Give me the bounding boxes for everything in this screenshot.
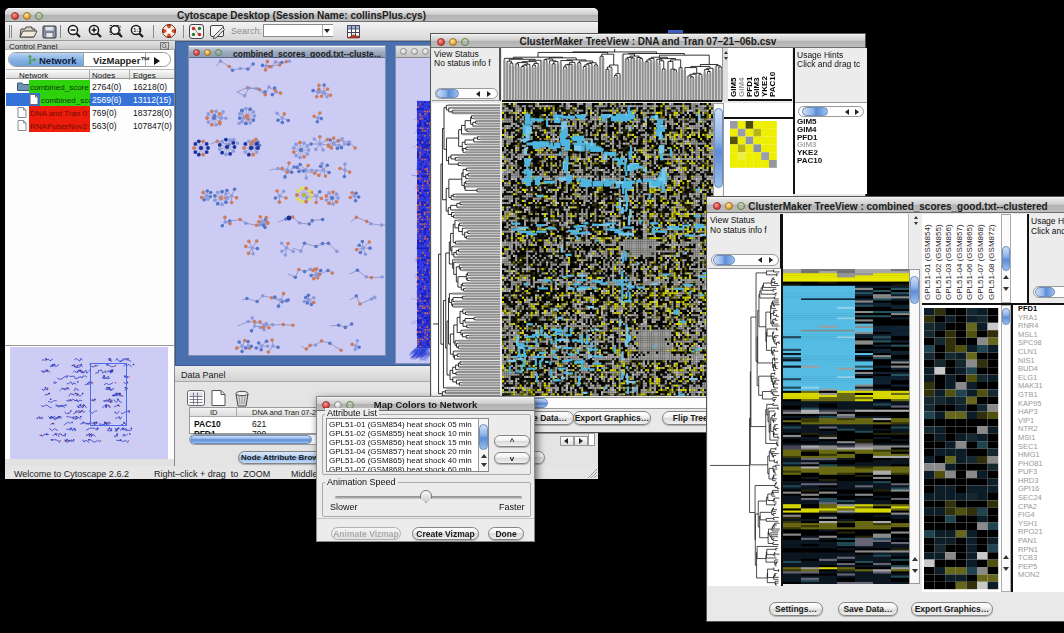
svg-text:1:1: 1:1: [133, 27, 141, 33]
